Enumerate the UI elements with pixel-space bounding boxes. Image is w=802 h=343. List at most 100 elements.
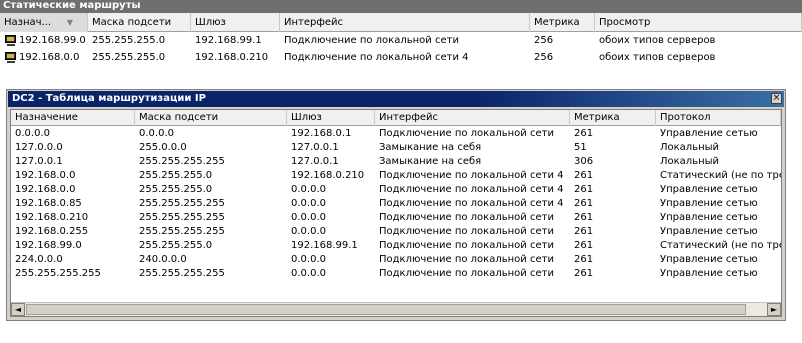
column-label: Назнач... (4, 17, 52, 28)
table-row[interactable]: 192.168.0.0 255.255.255.0 0.0.0.0 Подключен… (11, 183, 781, 197)
cell-metric: 261 (574, 170, 594, 181)
cell-metric: 261 (574, 268, 594, 279)
horizontal-scrollbar[interactable]: ◄ ► (11, 302, 781, 316)
cell-dest: 192.168.0.210 (15, 212, 89, 223)
cell-view: обоих типов серверов (599, 35, 716, 46)
cell-metric: 51 (574, 142, 587, 153)
cell-iface: Подключение по локальной сети (284, 35, 459, 46)
column-header-gateway[interactable]: Шлюз (191, 13, 280, 32)
column-header-metric[interactable]: Метрика (570, 110, 656, 126)
cell-dest: 192.168.99.0 (19, 35, 86, 46)
cell-view: обоих типов серверов (599, 52, 716, 63)
column-header-destination[interactable]: Назначение (11, 110, 135, 126)
cell-metric: 261 (574, 226, 594, 237)
table-row[interactable]: 255.255.255.255 255.255.255.255 0.0.0.0 Под… (11, 267, 781, 281)
cell-protocol: Локальный (660, 156, 720, 167)
table-row[interactable]: 192.168.0.255 255.255.255.255 0.0.0.0 Подкл… (11, 225, 781, 239)
cell-gateway: 0.0.0.0 (291, 198, 326, 209)
cell-dest: 192.168.0.85 (15, 198, 82, 209)
static-routes-title: Статические маршруты (0, 0, 802, 13)
cell-iface: Подключение по локальной сети (379, 240, 554, 251)
cell-gateway: 0.0.0.0 (291, 254, 326, 265)
column-header-mask[interactable]: Маска подсети (88, 13, 191, 32)
cell-mask: 255.255.255.255 (139, 212, 225, 223)
routing-table-window: DC2 - Таблица маршрутизации IP × Назначе… (6, 89, 786, 321)
cell-mask: 240.0.0.0 (139, 254, 187, 265)
cell-gateway: 192.168.99.1 (291, 240, 358, 251)
cell-gateway: 192.168.0.1 (291, 128, 352, 139)
close-button[interactable]: × (771, 93, 782, 104)
cell-dest: 255.255.255.255 (15, 268, 101, 279)
cell-mask: 0.0.0.0 (139, 128, 174, 139)
cell-iface: Подключение по локальной сети (379, 212, 554, 223)
cell-gateway: 192.168.99.1 (195, 35, 262, 46)
scroll-right-icon[interactable]: ► (767, 303, 781, 316)
cell-gateway: 192.168.0.210 (291, 170, 365, 181)
table-row[interactable]: 224.0.0.0 240.0.0.0 0.0.0.0 Подключение по … (11, 253, 781, 267)
cell-metric: 256 (534, 35, 554, 46)
cell-protocol: Статический (не по тре (660, 240, 781, 251)
table-row[interactable]: 0.0.0.0 0.0.0.0 192.168.0.1 Подключение по … (11, 127, 781, 141)
column-header-metric[interactable]: Метрика (530, 13, 595, 32)
table-row[interactable]: 192.168.99.0 255.255.255.0 192.168.99.1 Под… (0, 33, 802, 49)
routing-table-list: Назначение Маска подсети Шлюз Интерфейс … (10, 109, 782, 317)
table-row[interactable]: 192.168.99.0 255.255.255.0 192.168.99.1 Под… (11, 239, 781, 253)
cell-mask: 255.255.255.0 (139, 240, 213, 251)
cell-iface: Подключение по локальной сети (379, 254, 554, 265)
cell-dest: 127.0.0.1 (15, 156, 63, 167)
scroll-left-icon[interactable]: ◄ (11, 303, 25, 316)
window-title: DC2 - Таблица маршрутизации IP (8, 91, 784, 107)
column-header-protocol[interactable]: Протокол (656, 110, 781, 126)
route-icon (4, 52, 17, 64)
cell-iface: Подключение по локальной сети (379, 226, 554, 237)
cell-dest: 192.168.99.0 (15, 240, 82, 251)
column-header-destination[interactable]: Назнач... ▼ (0, 13, 88, 32)
cell-iface: Подключение по локальной сети 4 (379, 184, 564, 195)
column-header-mask[interactable]: Маска подсети (135, 110, 287, 126)
routing-table-header: Назначение Маска подсети Шлюз Интерфейс … (11, 110, 781, 126)
scrollbar-thumb[interactable] (26, 304, 746, 315)
cell-metric: 306 (574, 156, 594, 167)
cell-dest: 192.168.0.0 (19, 52, 80, 63)
table-row[interactable]: 127.0.0.0 255.0.0.0 127.0.0.1 Замыкание на … (11, 141, 781, 155)
column-header-gateway[interactable]: Шлюз (287, 110, 375, 126)
column-header-view[interactable]: Просмотр (595, 13, 802, 32)
cell-mask: 255.255.255.255 (139, 198, 225, 209)
static-routes-header: Назнач... ▼ Маска подсети Шлюз Интерфейс… (0, 13, 802, 32)
cell-gateway: 192.168.0.210 (195, 52, 269, 63)
cell-iface: Замыкание на себя (379, 142, 482, 153)
cell-iface: Подключение по локальной сети 4 (379, 198, 564, 209)
cell-protocol: Управление сетью (660, 268, 758, 279)
cell-protocol: Управление сетью (660, 226, 758, 237)
window-title-text: DC2 - Таблица маршрутизации IP (12, 93, 206, 104)
table-row[interactable]: 192.168.0.0 255.255.255.0 192.168.0.210 Под… (0, 50, 802, 66)
cell-protocol: Управление сетью (660, 198, 758, 209)
cell-gateway: 127.0.0.1 (291, 156, 339, 167)
route-icon (4, 35, 17, 47)
cell-gateway: 0.0.0.0 (291, 212, 326, 223)
close-icon: × (772, 93, 781, 103)
cell-metric: 261 (574, 198, 594, 209)
cell-dest: 127.0.0.0 (15, 142, 63, 153)
cell-metric: 261 (574, 128, 594, 139)
cell-mask: 255.255.255.0 (92, 52, 166, 63)
cell-mask: 255.255.255.255 (139, 268, 225, 279)
cell-dest: 192.168.0.255 (15, 226, 89, 237)
table-row[interactable]: 127.0.0.1 255.255.255.255 127.0.0.1 Замыкан… (11, 155, 781, 169)
column-header-interface[interactable]: Интерфейс (375, 110, 570, 126)
table-row[interactable]: 192.168.0.210 255.255.255.255 0.0.0.0 Подкл… (11, 211, 781, 225)
sort-down-icon: ▼ (66, 18, 73, 27)
cell-gateway: 0.0.0.0 (291, 226, 326, 237)
cell-iface: Подключение по локальной сети (379, 268, 554, 279)
cell-metric: 261 (574, 184, 594, 195)
cell-mask: 255.255.255.255 (139, 156, 225, 167)
cell-dest: 192.168.0.0 (15, 184, 76, 195)
column-header-interface[interactable]: Интерфейс (280, 13, 530, 32)
cell-gateway: 0.0.0.0 (291, 268, 326, 279)
cell-iface: Подключение по локальной сети 4 (379, 170, 564, 181)
cell-mask: 255.0.0.0 (139, 142, 187, 153)
cell-dest: 224.0.0.0 (15, 254, 63, 265)
table-row[interactable]: 192.168.0.0 255.255.255.0 192.168.0.210 Под… (11, 169, 781, 183)
cell-iface: Замыкание на себя (379, 156, 482, 167)
table-row[interactable]: 192.168.0.85 255.255.255.255 0.0.0.0 Подклю… (11, 197, 781, 211)
